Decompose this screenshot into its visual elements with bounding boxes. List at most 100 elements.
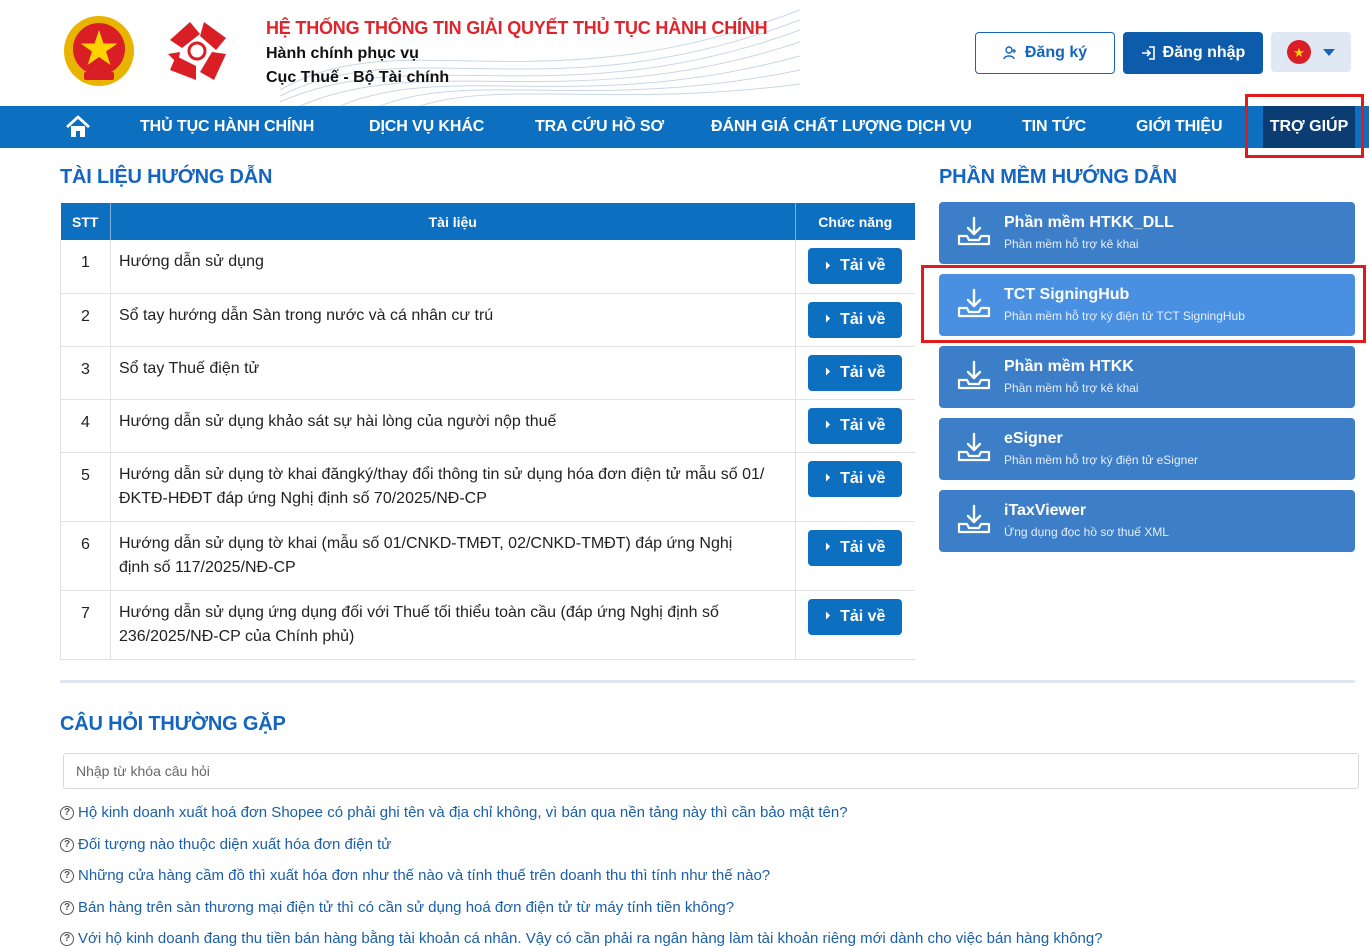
home-icon[interactable] (64, 115, 92, 139)
table-row: 5 Hướng dẫn sử dụng tờ khai đăngký/thay … (60, 452, 915, 522)
nav-danh-gia-chat-luong[interactable]: ĐÁNH GIÁ CHẤT LƯỢNG DỊCH VỤ (711, 106, 972, 148)
faq-question-item[interactable]: ? Bán hàng trên sàn thương mại điện tử t… (60, 899, 734, 916)
download-label: Tải về (840, 469, 886, 487)
table-row: 2 Sổ tay hướng dẫn Sàn trong nước và cá … (60, 293, 915, 347)
row-stt: 3 (60, 346, 111, 400)
download-icon (957, 288, 991, 318)
software-item-esigner[interactable]: eSigner Phần mềm hỗ trợ ký điện tử eSign… (939, 418, 1355, 480)
faq-question-item[interactable]: ? Với hộ kinh doanh đang thu tiền bán hà… (60, 930, 1103, 946)
row-document-name: Hướng dẫn sử dụng khảo sát sự hài lòng c… (110, 399, 796, 453)
site-title: HỆ THỐNG THÔNG TIN GIẢI QUYẾT THỦ TỤC HÀ… (266, 18, 768, 38)
download-label: Tải về (840, 310, 886, 328)
row-action-cell: ⏵ Tải về (795, 399, 915, 453)
row-document-name: Sổ tay Thuế điện tử (110, 346, 796, 400)
page: HỆ THỐNG THÔNG TIN GIẢI QUYẾT THỦ TỤC HÀ… (0, 0, 1369, 946)
faq-question-item[interactable]: ? Hộ kinh doanh xuất hoá đơn Shopee có p… (60, 804, 848, 821)
question-circle-icon: ? (60, 868, 74, 883)
row-action-cell: ⏵ Tải về (795, 346, 915, 400)
login-button[interactable]: Đăng nhập (1123, 32, 1263, 74)
table-row: 3 Sổ tay Thuế điện tử ⏵ Tải về (60, 346, 915, 400)
software-name: TCT SigningHub (1004, 286, 1130, 303)
row-action-cell: ⏵ Tải về (795, 293, 915, 347)
site-subtitle: Hành chính phục vụ (266, 45, 419, 62)
download-icon (957, 360, 991, 390)
download-button[interactable]: ⏵ Tải về (808, 529, 903, 566)
software-item-htkk[interactable]: Phần mềm HTKK Phần mềm hỗ trợ kê khai (939, 346, 1355, 408)
faq-question-item[interactable]: ? Những cửa hàng cầm đồ thì xuất hóa đơn… (60, 867, 770, 884)
nav-dich-vu-khac[interactable]: DỊCH VỤ KHÁC (369, 106, 484, 148)
play-icon: ⏵ (825, 473, 831, 484)
row-action-cell: ⏵ Tải về (795, 452, 915, 522)
table-row: 6 Hướng dẫn sử dụng tờ khai (mẫu số 01/C… (60, 521, 915, 591)
table-row: 1 Hướng dẫn sử dụng ⏵ Tải về (60, 240, 915, 294)
chevron-down-icon (1323, 48, 1335, 56)
language-selector[interactable]: ★ (1271, 32, 1351, 72)
docs-table: STT Tài liệu Chức năng 1 Hướng dẫn sử dụ… (60, 203, 915, 660)
row-stt: 6 (60, 521, 111, 591)
software-section-title: PHẦN MỀM HƯỚNG DẪN (939, 166, 1177, 188)
docs-section-title: TÀI LIỆU HƯỚNG DẪN (60, 166, 273, 188)
row-action-cell: ⏵ Tải về (795, 590, 915, 660)
download-button[interactable]: ⏵ Tải về (808, 354, 903, 391)
user-plus-icon (1003, 46, 1016, 60)
software-name: eSigner (1004, 430, 1063, 447)
row-document-name: Hướng dẫn sử dụng tờ khai (mẫu số 01/CNK… (110, 521, 796, 591)
main-nav: THỦ TỤC HÀNH CHÍNH DỊCH VỤ KHÁC TRA CỨU … (0, 106, 1369, 148)
site-header: HỆ THỐNG THÔNG TIN GIẢI QUYẾT THỦ TỤC HÀ… (0, 0, 1369, 106)
software-name: iTaxViewer (1004, 502, 1087, 519)
site-agency: Cục Thuế - Bộ Tài chính (266, 69, 450, 86)
download-button[interactable]: ⏵ Tải về (808, 407, 903, 444)
vietnam-flag-icon: ★ (1287, 40, 1311, 64)
faq-question-text: Đối tượng nào thuộc diện xuất hóa đơn đi… (78, 836, 392, 853)
table-row: 4 Hướng dẫn sử dụng khảo sát sự hài lòng… (60, 399, 915, 453)
row-stt: 5 (60, 452, 111, 522)
login-label: Đăng nhập (1162, 44, 1246, 61)
faq-question-text: Hộ kinh doanh xuất hoá đơn Shopee có phả… (78, 804, 848, 821)
row-action-cell: ⏵ Tải về (795, 240, 915, 294)
software-item-tct-signinghub[interactable]: TCT SigningHub Phần mềm hỗ trợ ký điện t… (939, 274, 1355, 336)
software-description: Phần mềm hỗ trợ ký điện tử TCT SigningHu… (1004, 309, 1245, 323)
faq-question-text: Với hộ kinh doanh đang thu tiền bán hàng… (78, 930, 1103, 946)
table-row: 7 Hướng dẫn sử dụng ứng dụng đối với Thu… (60, 590, 915, 660)
download-icon (957, 216, 991, 246)
nav-thu-tuc-hanh-chinh[interactable]: THỦ TỤC HÀNH CHÍNH (140, 106, 314, 148)
faq-section-title: CÂU HỎI THƯỜNG GẶP (60, 713, 286, 735)
column-header-stt: STT (60, 203, 111, 240)
download-button[interactable]: ⏵ Tải về (808, 248, 903, 284)
row-stt: 7 (60, 590, 111, 660)
question-circle-icon: ? (60, 805, 74, 820)
column-header-document: Tài liệu (110, 203, 796, 240)
download-icon (957, 432, 991, 462)
software-description: Ứng dụng đọc hồ sơ thuế XML (1004, 525, 1169, 539)
software-description: Phần mềm hỗ trợ ký điện tử eSigner (1004, 453, 1198, 467)
download-button[interactable]: ⏵ Tải về (808, 301, 903, 338)
row-stt: 4 (60, 399, 111, 453)
download-label: Tải về (840, 416, 886, 434)
question-circle-icon: ? (60, 900, 74, 915)
play-icon: ⏵ (825, 611, 831, 622)
nav-gioi-thieu[interactable]: GIỚI THIỆU (1136, 106, 1223, 148)
row-action-cell: ⏵ Tải về (795, 521, 915, 591)
faq-question-item[interactable]: ? Đối tượng nào thuộc diện xuất hóa đơn … (60, 836, 391, 853)
nav-tro-giup[interactable]: TRỢ GIÚP (1263, 106, 1355, 148)
download-button[interactable]: ⏵ Tải về (808, 460, 903, 497)
nav-tra-cuu-ho-so[interactable]: TRA CỨU HỒ SƠ (535, 106, 664, 148)
download-icon (957, 504, 991, 534)
play-icon: ⏵ (825, 367, 831, 378)
register-button[interactable]: Đăng ký (975, 32, 1115, 74)
software-item-itaxviewer[interactable]: iTaxViewer Ứng dụng đọc hồ sơ thuế XML (939, 490, 1355, 552)
software-item-htkk-dll[interactable]: Phần mềm HTKK_DLL Phần mềm hỗ trợ kê kha… (939, 202, 1355, 264)
software-name: Phần mềm HTKK (1004, 358, 1134, 375)
play-icon: ⏵ (825, 420, 831, 431)
row-document-name: Hướng dẫn sử dụng (110, 240, 796, 294)
row-document-name: Sổ tay hướng dẫn Sàn trong nước và cá nh… (110, 293, 796, 347)
service-logo-icon (168, 22, 226, 80)
faq-search-input[interactable] (63, 753, 1359, 789)
login-icon (1141, 46, 1155, 60)
nav-tin-tuc[interactable]: TIN TỨC (1022, 106, 1086, 148)
faq-question-text: Những cửa hàng cầm đồ thì xuất hóa đơn n… (78, 867, 771, 884)
download-button[interactable]: ⏵ Tải về (808, 598, 903, 635)
column-header-action: Chức năng (795, 203, 915, 240)
play-icon: ⏵ (825, 542, 831, 553)
download-label: Tải về (840, 538, 886, 556)
